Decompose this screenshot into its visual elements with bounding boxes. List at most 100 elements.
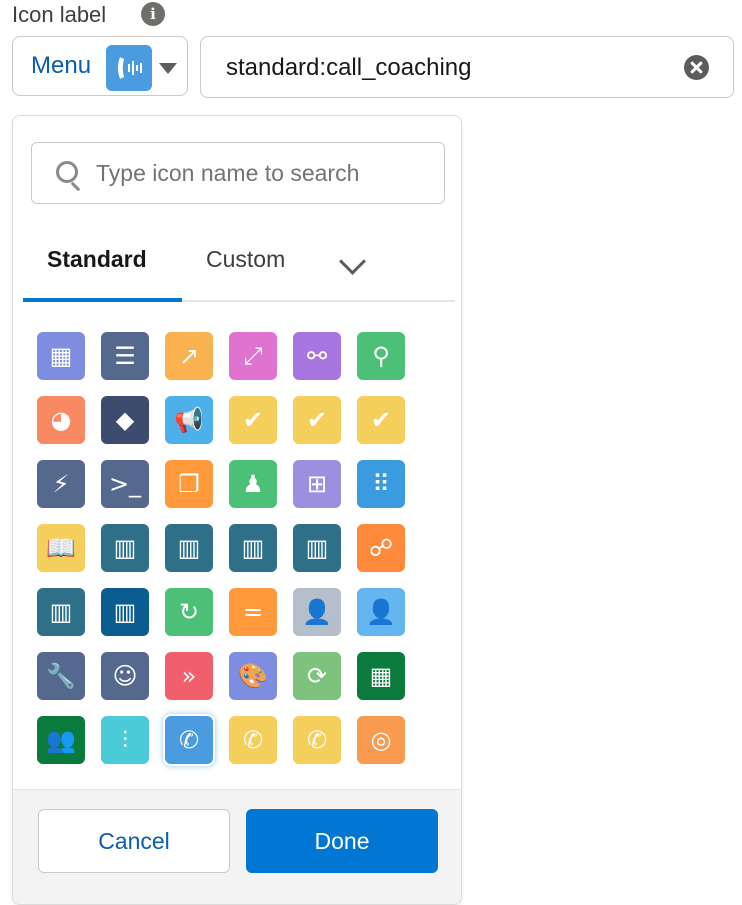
merge-arrow-icon[interactable]: » — [165, 652, 213, 700]
icon-glyph: = — [242, 598, 264, 626]
icon-value-field[interactable]: standard:call_coaching — [200, 36, 734, 98]
icon-glyph: ✆ — [306, 726, 328, 754]
icon-glyph: ⚡ — [52, 470, 70, 498]
icon-glyph: ⊞ — [306, 470, 328, 498]
icon-glyph: ▥ — [113, 534, 137, 562]
contact-icon[interactable]: 👤 — [293, 588, 341, 636]
list-icon[interactable]: ☰ — [101, 332, 149, 380]
icon-glyph: 👤 — [302, 598, 332, 626]
icon-picker-popover: Standard Custom ▦ ☰ ↗ ⤢ ⚯ ⚲ ◕ ◆ 📢 ✔ ✔ ✔ ⚡ >_ ❐ ♟ ⊞ ⠿ 📖 ▥ ▥ ▥ ▥… — [12, 115, 462, 905]
icon-glyph: ▥ — [49, 598, 73, 626]
barcode-edit-icon[interactable]: ▥ — [165, 524, 213, 572]
menu-label: Menu — [31, 52, 92, 79]
icon-search-input[interactable] — [96, 157, 418, 189]
clear-icon[interactable] — [684, 55, 709, 80]
icon-glyph: ❐ — [178, 470, 200, 498]
icon-glyph: ☺ — [112, 662, 138, 690]
call-coaching-icon[interactable]: ✆ — [165, 716, 213, 764]
chat-chart-icon[interactable]: ◕ — [37, 396, 85, 444]
megaphone-icon[interactable]: 📢 — [165, 396, 213, 444]
cancel-button[interactable]: Cancel — [38, 809, 230, 873]
terminal-icon[interactable]: >_ — [101, 460, 149, 508]
icon-glyph: ⠿ — [372, 470, 390, 498]
barcode-clock-icon[interactable]: ▥ — [37, 588, 85, 636]
icon-glyph: ☰ — [114, 342, 136, 370]
approval-chat-icon[interactable]: ✔ — [357, 396, 405, 444]
done-button[interactable]: Done — [246, 809, 438, 873]
icon-glyph: » — [181, 662, 197, 690]
clock-refresh-icon[interactable]: ⟳ — [293, 652, 341, 700]
approval-chat-icon[interactable]: ✔ — [293, 396, 341, 444]
sliders-icon[interactable]: ⫶ — [101, 716, 149, 764]
refresh-share-icon[interactable]: ↻ — [165, 588, 213, 636]
icon-glyph: ✔ — [242, 406, 264, 434]
equals-icon[interactable]: = — [229, 588, 277, 636]
icon-glyph: ◆ — [115, 406, 135, 434]
icon-glyph: ▦ — [369, 662, 393, 690]
icon-label: Icon label — [12, 2, 107, 27]
icon-glyph: ✔ — [306, 406, 328, 434]
target-icon[interactable]: ◎ — [357, 716, 405, 764]
flow-icon[interactable]: ⚯ — [293, 332, 341, 380]
call-coaching-icon — [106, 45, 152, 91]
team-icon[interactable]: 👥 — [37, 716, 85, 764]
icon-glyph: ⤢ — [243, 342, 263, 370]
icon-glyph: 👥 — [46, 726, 76, 754]
icon-glyph: ⫶ — [122, 726, 128, 754]
robot-icon[interactable]: ☺ — [101, 652, 149, 700]
info-icon[interactable]: i — [141, 2, 165, 26]
icon-glyph: 📖 — [46, 534, 76, 562]
plug-icon[interactable]: ⚡ — [37, 460, 85, 508]
icon-glyph: ◕ — [50, 406, 72, 434]
icon-glyph: ⚲ — [372, 342, 390, 370]
icon-glyph: 👤 — [366, 598, 396, 626]
icon-value-text: standard:call_coaching — [226, 54, 472, 81]
buildings-icon[interactable]: ▦ — [37, 332, 85, 380]
tab-custom[interactable]: Custom — [206, 246, 285, 273]
approval-chat-icon[interactable]: ✔ — [229, 396, 277, 444]
icon-menu-button[interactable]: Menu — [12, 36, 188, 96]
store-cart-icon[interactable]: ▦ — [357, 652, 405, 700]
chevron-down-icon[interactable] — [339, 248, 366, 275]
signal-arrow-icon[interactable]: ↗ — [165, 332, 213, 380]
icon-glyph: ⚯ — [306, 342, 328, 370]
barcode-icon[interactable]: ▥ — [293, 524, 341, 572]
icon-category-tabs: Standard Custom — [23, 236, 455, 302]
wrench-icon[interactable]: 🔧 — [37, 652, 85, 700]
icon-glyph: 🔧 — [46, 662, 76, 690]
barcode-clock-icon[interactable]: ▥ — [229, 524, 277, 572]
grid-box-icon[interactable]: ⊞ — [293, 460, 341, 508]
icon-glyph: ▥ — [305, 534, 329, 562]
icon-glyph: ↗ — [178, 342, 200, 370]
icon-glyph: 🎨 — [238, 662, 268, 690]
stamp-icon[interactable]: ♟ — [229, 460, 277, 508]
icon-glyph: ▥ — [241, 534, 265, 562]
barcode-check-icon[interactable]: ▥ — [101, 588, 149, 636]
icon-glyph: ◎ — [370, 726, 392, 754]
location-pin-icon[interactable]: ⚲ — [357, 332, 405, 380]
active-tab-indicator — [23, 298, 182, 302]
icon-glyph: 📢 — [174, 406, 204, 434]
phone-history-icon[interactable]: ✆ — [229, 716, 277, 764]
apps-grid-icon[interactable]: ⠿ — [357, 460, 405, 508]
icon-glyph: >_ — [108, 470, 142, 498]
icon-glyph: ☍ — [368, 534, 394, 562]
search-icon — [56, 161, 78, 183]
picker-footer: Cancel Done — [13, 789, 461, 904]
icon-glyph: ▥ — [113, 598, 137, 626]
expand-arrow-icon[interactable]: ⤢ — [229, 332, 277, 380]
open-book-icon[interactable]: 📖 — [37, 524, 85, 572]
icon-search-box[interactable] — [31, 142, 445, 204]
phone-icon[interactable]: ✆ — [293, 716, 341, 764]
copy-icon[interactable]: ❐ — [165, 460, 213, 508]
barcode-arrow-icon[interactable]: ▥ — [101, 524, 149, 572]
icon-glyph: ▦ — [49, 342, 73, 370]
user-icon[interactable]: 👤 — [357, 588, 405, 636]
network-icon[interactable]: ☍ — [357, 524, 405, 572]
icon-glyph: ↻ — [178, 598, 200, 626]
icon-glyph: ▥ — [177, 534, 201, 562]
palette-icon[interactable]: 🎨 — [229, 652, 277, 700]
icon-glyph: ✆ — [242, 726, 264, 754]
tab-standard[interactable]: Standard — [47, 246, 147, 273]
shapes-icon[interactable]: ◆ — [101, 396, 149, 444]
